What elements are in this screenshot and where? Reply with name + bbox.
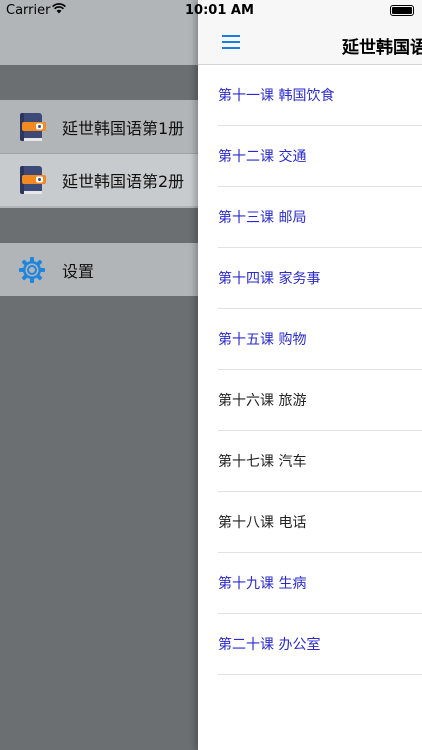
wifi-icon (52, 3, 66, 14)
lesson-label: 第十八课 电话 (218, 515, 307, 531)
page-title: 延世韩国语 (342, 38, 422, 58)
lesson-label: 第十三课 邮局 (218, 210, 307, 226)
book-icon (20, 112, 46, 141)
lesson-label: 第十二课 交通 (218, 149, 307, 165)
drawer-item-settings[interactable]: 设置 (0, 243, 198, 296)
lesson-row[interactable]: 第十九课 生病 (218, 553, 422, 614)
lesson-label: 第十九课 生病 (218, 576, 307, 592)
battery-icon (390, 5, 414, 16)
main-panel: 延世韩国语 第十一课 韩国饮食 第十二课 交通 第十三课 邮局 第十四课 家务事… (198, 0, 422, 750)
lesson-list: 第十一课 韩国饮食 第十二课 交通 第十三课 邮局 第十四课 家务事 第十五课 … (198, 65, 422, 675)
drawer-item-book-1[interactable]: 延世韩国语第1册 (0, 100, 198, 153)
lesson-label: 第十四课 家务事 (218, 271, 321, 287)
lesson-label: 第十七课 汽车 (218, 454, 307, 470)
gear-icon (19, 256, 45, 283)
lesson-row[interactable]: 第十八课 电话 (218, 492, 422, 553)
lesson-row[interactable]: 第十五课 购物 (218, 309, 422, 370)
carrier-label: Carrier (6, 3, 51, 18)
lesson-label: 第十五课 购物 (218, 332, 307, 348)
drawer-item-label: 延世韩国语第1册 (62, 118, 185, 138)
lesson-row[interactable]: 第十三课 邮局 (218, 187, 422, 248)
lesson-label: 第二十课 办公室 (218, 637, 321, 653)
clock: 10:01 AM (185, 3, 254, 18)
book-list: 延世韩国语第1册 延世韩国语第2册 (0, 100, 198, 208)
drawer-item-label: 设置 (62, 261, 95, 281)
lesson-row[interactable]: 第十四课 家务事 (218, 248, 422, 309)
lesson-row[interactable]: 第十一课 韩国饮食 (218, 65, 422, 126)
side-drawer: 延世韩国语第1册 延世韩国语第2册 设置 (0, 0, 198, 750)
lesson-label: 第十一课 韩国饮食 (218, 88, 335, 104)
lesson-label: 第十六课 旅游 (218, 393, 307, 409)
drawer-item-book-2[interactable]: 延世韩国语第2册 (0, 153, 198, 206)
lesson-row[interactable]: 第二十课 办公室 (218, 614, 422, 675)
lesson-row[interactable]: 第十二课 交通 (218, 126, 422, 187)
drawer-item-label: 延世韩国语第2册 (62, 172, 185, 191)
book-icon (20, 166, 46, 194)
lesson-row[interactable]: 第十六课 旅游 (218, 370, 422, 431)
lesson-row[interactable]: 第十七课 汽车 (218, 431, 422, 492)
status-bar: Carrier 10:01 AM (0, 0, 422, 22)
hamburger-icon[interactable] (222, 35, 240, 49)
settings-group: 设置 (0, 243, 198, 296)
